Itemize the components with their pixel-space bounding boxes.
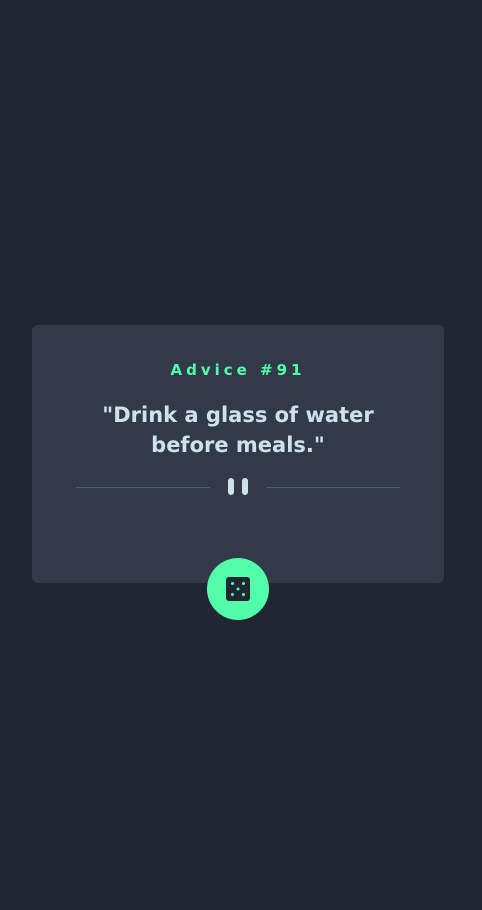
advice-id: Advice #91 (170, 361, 306, 379)
dice-icon (226, 577, 250, 601)
new-advice-button[interactable] (207, 558, 269, 620)
advice-quote: "Drink a glass of water before meals." (102, 403, 374, 457)
divider-line-right (266, 487, 400, 488)
advice-card: Advice #91 "Drink a glass of water befor… (32, 325, 444, 583)
page: Advice #91 "Drink a glass of water befor… (0, 0, 482, 910)
pause-icon (227, 478, 249, 496)
divider (76, 478, 400, 496)
divider-line-left (76, 487, 210, 488)
